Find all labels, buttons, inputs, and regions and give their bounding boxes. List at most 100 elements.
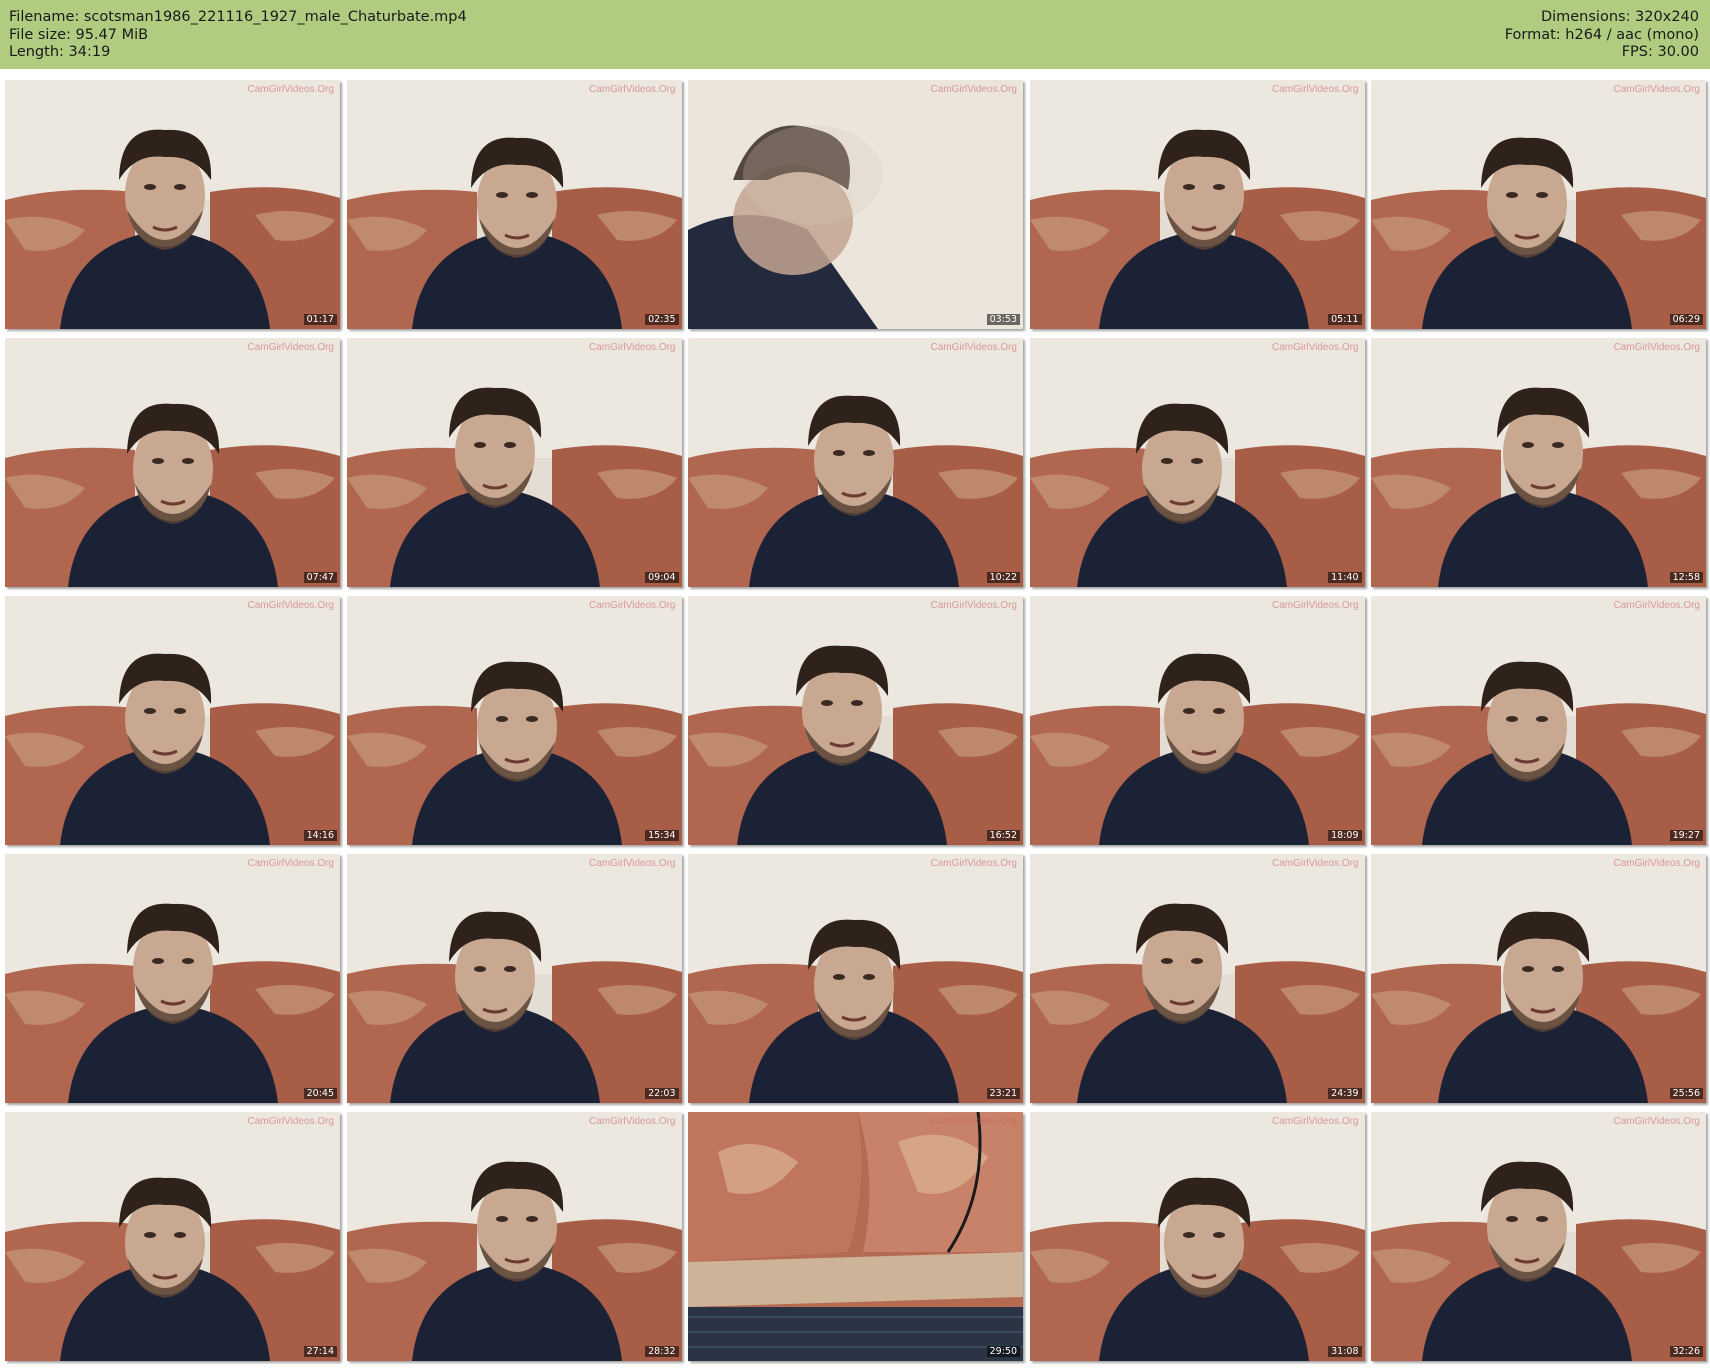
frame-image — [1371, 80, 1706, 329]
frame-image — [688, 596, 1023, 845]
timestamp-label: 01:17 — [303, 314, 337, 325]
watermark-text: CamGirlVideos.Org — [247, 1116, 334, 1127]
watermark-text: CamGirlVideos.Org — [588, 1116, 676, 1127]
video-thumbnail: CamGirlVideos.Org 28:32 — [346, 1112, 682, 1361]
frame-image — [5, 854, 340, 1103]
video-thumbnail: CamGirlVideos.Org 01:17 — [5, 80, 340, 329]
video-thumbnail: CamGirlVideos.Org 12:58 — [1371, 338, 1706, 587]
video-thumbnail: CamGirlVideos.Org 31:08 — [1029, 1112, 1365, 1361]
video-thumbnail: CamGirlVideos.Org 22:03 — [346, 854, 682, 1103]
timestamp-label: 20:45 — [303, 1088, 337, 1099]
frame-image — [1029, 854, 1365, 1103]
video-thumbnail: CamGirlVideos.Org 03:53 — [688, 80, 1023, 329]
frame-image — [1371, 1112, 1706, 1361]
frame-image — [346, 1112, 682, 1361]
timestamp-label: 02:35 — [645, 314, 679, 325]
watermark-text: CamGirlVideos.Org — [1613, 1116, 1700, 1127]
timestamp-label: 28:32 — [645, 1346, 679, 1357]
frame-image — [1371, 338, 1706, 587]
video-thumbnail: CamGirlVideos.Org 23:21 — [688, 854, 1023, 1103]
video-thumbnail: CamGirlVideos.Org 15:34 — [346, 596, 682, 845]
timestamp-label: 29:50 — [986, 1346, 1020, 1357]
watermark-text: CamGirlVideos.Org — [1613, 858, 1700, 869]
frame-image — [5, 80, 340, 329]
video-thumbnail: CamGirlVideos.Org 18:09 — [1029, 596, 1365, 845]
watermark-text: CamGirlVideos.Org — [1271, 342, 1359, 353]
watermark-text: CamGirlVideos.Org — [247, 858, 334, 869]
timestamp-label: 10:22 — [986, 572, 1020, 583]
watermark-text: CamGirlVideos.Org — [1613, 84, 1700, 95]
timestamp-label: 05:11 — [1328, 314, 1362, 325]
watermark-text: CamGirlVideos.Org — [588, 858, 676, 869]
frame-image — [688, 854, 1023, 1103]
frame-image — [346, 80, 682, 329]
frame-image — [5, 338, 340, 587]
frame-image — [5, 596, 340, 845]
timestamp-label: 07:47 — [303, 572, 337, 583]
timestamp-label: 15:34 — [645, 830, 679, 841]
video-thumbnail: CamGirlVideos.Org 29:50 — [688, 1112, 1023, 1361]
video-thumbnail: CamGirlVideos.Org 20:45 — [5, 854, 340, 1103]
watermark-text: CamGirlVideos.Org — [1271, 600, 1359, 611]
video-thumbnail: CamGirlVideos.Org 32:26 — [1371, 1112, 1706, 1361]
frame-image — [1371, 596, 1706, 845]
video-thumbnail: CamGirlVideos.Org 10:22 — [688, 338, 1023, 587]
timestamp-label: 18:09 — [1328, 830, 1362, 841]
timestamp-label: 03:53 — [986, 314, 1020, 325]
timestamp-label: 14:16 — [303, 830, 337, 841]
timestamp-label: 22:03 — [645, 1088, 679, 1099]
watermark-text: CamGirlVideos.Org — [1271, 858, 1359, 869]
video-thumbnail: CamGirlVideos.Org 19:27 — [1371, 596, 1706, 845]
watermark-text: CamGirlVideos.Org — [930, 600, 1017, 611]
video-thumbnail: CamGirlVideos.Org 06:29 — [1371, 80, 1706, 329]
watermark-text: CamGirlVideos.Org — [930, 858, 1017, 869]
watermark-text: CamGirlVideos.Org — [930, 84, 1017, 95]
frame-image — [1029, 1112, 1365, 1361]
video-thumbnail: CamGirlVideos.Org 14:16 — [5, 596, 340, 845]
timestamp-label: 09:04 — [645, 572, 679, 583]
timestamp-label: 11:40 — [1328, 572, 1362, 583]
video-thumbnail: CamGirlVideos.Org 09:04 — [346, 338, 682, 587]
timestamp-label: 32:26 — [1669, 1346, 1703, 1357]
watermark-text: CamGirlVideos.Org — [247, 342, 334, 353]
timestamp-label: 25:56 — [1669, 1088, 1703, 1099]
watermark-text: CamGirlVideos.Org — [247, 84, 334, 95]
video-thumbnail: CamGirlVideos.Org 16:52 — [688, 596, 1023, 845]
timestamp-label: 27:14 — [303, 1346, 337, 1357]
watermark-text: CamGirlVideos.Org — [1271, 1116, 1359, 1127]
frame-image — [346, 854, 682, 1103]
thumbnail-grid: CamGirlVideos.Org 01:17 CamGirlVideos.Org… — [0, 0, 1710, 1370]
video-thumbnail: CamGirlVideos.Org 02:35 — [346, 80, 682, 329]
video-thumbnail: CamGirlVideos.Org 11:40 — [1029, 338, 1365, 587]
frame-image — [688, 338, 1023, 587]
timestamp-label: 19:27 — [1669, 830, 1703, 841]
watermark-text: CamGirlVideos.Org — [588, 84, 676, 95]
video-thumbnail: CamGirlVideos.Org 24:39 — [1029, 854, 1365, 1103]
watermark-text: CamGirlVideos.Org — [930, 1116, 1017, 1127]
watermark-text: CamGirlVideos.Org — [247, 600, 334, 611]
video-thumbnail: CamGirlVideos.Org 05:11 — [1029, 80, 1365, 329]
timestamp-label: 06:29 — [1669, 314, 1703, 325]
frame-image — [346, 338, 682, 587]
timestamp-label: 16:52 — [986, 830, 1020, 841]
watermark-text: CamGirlVideos.Org — [588, 600, 676, 611]
frame-image — [1029, 80, 1365, 329]
watermark-text: CamGirlVideos.Org — [1271, 84, 1359, 95]
frame-image — [5, 1112, 340, 1361]
frame-image — [688, 1112, 1023, 1361]
video-thumbnail: CamGirlVideos.Org 27:14 — [5, 1112, 340, 1361]
frame-image — [346, 596, 682, 845]
frame-image — [688, 80, 1023, 329]
timestamp-label: 31:08 — [1328, 1346, 1362, 1357]
frame-image — [1029, 596, 1365, 845]
watermark-text: CamGirlVideos.Org — [1613, 600, 1700, 611]
video-thumbnail: CamGirlVideos.Org 07:47 — [5, 338, 340, 587]
timestamp-label: 24:39 — [1328, 1088, 1362, 1099]
watermark-text: CamGirlVideos.Org — [1613, 342, 1700, 353]
video-thumbnail: CamGirlVideos.Org 25:56 — [1371, 854, 1706, 1103]
watermark-text: CamGirlVideos.Org — [588, 342, 676, 353]
frame-image — [1371, 854, 1706, 1103]
timestamp-label: 23:21 — [986, 1088, 1020, 1099]
watermark-text: CamGirlVideos.Org — [930, 342, 1017, 353]
frame-image — [1029, 338, 1365, 587]
